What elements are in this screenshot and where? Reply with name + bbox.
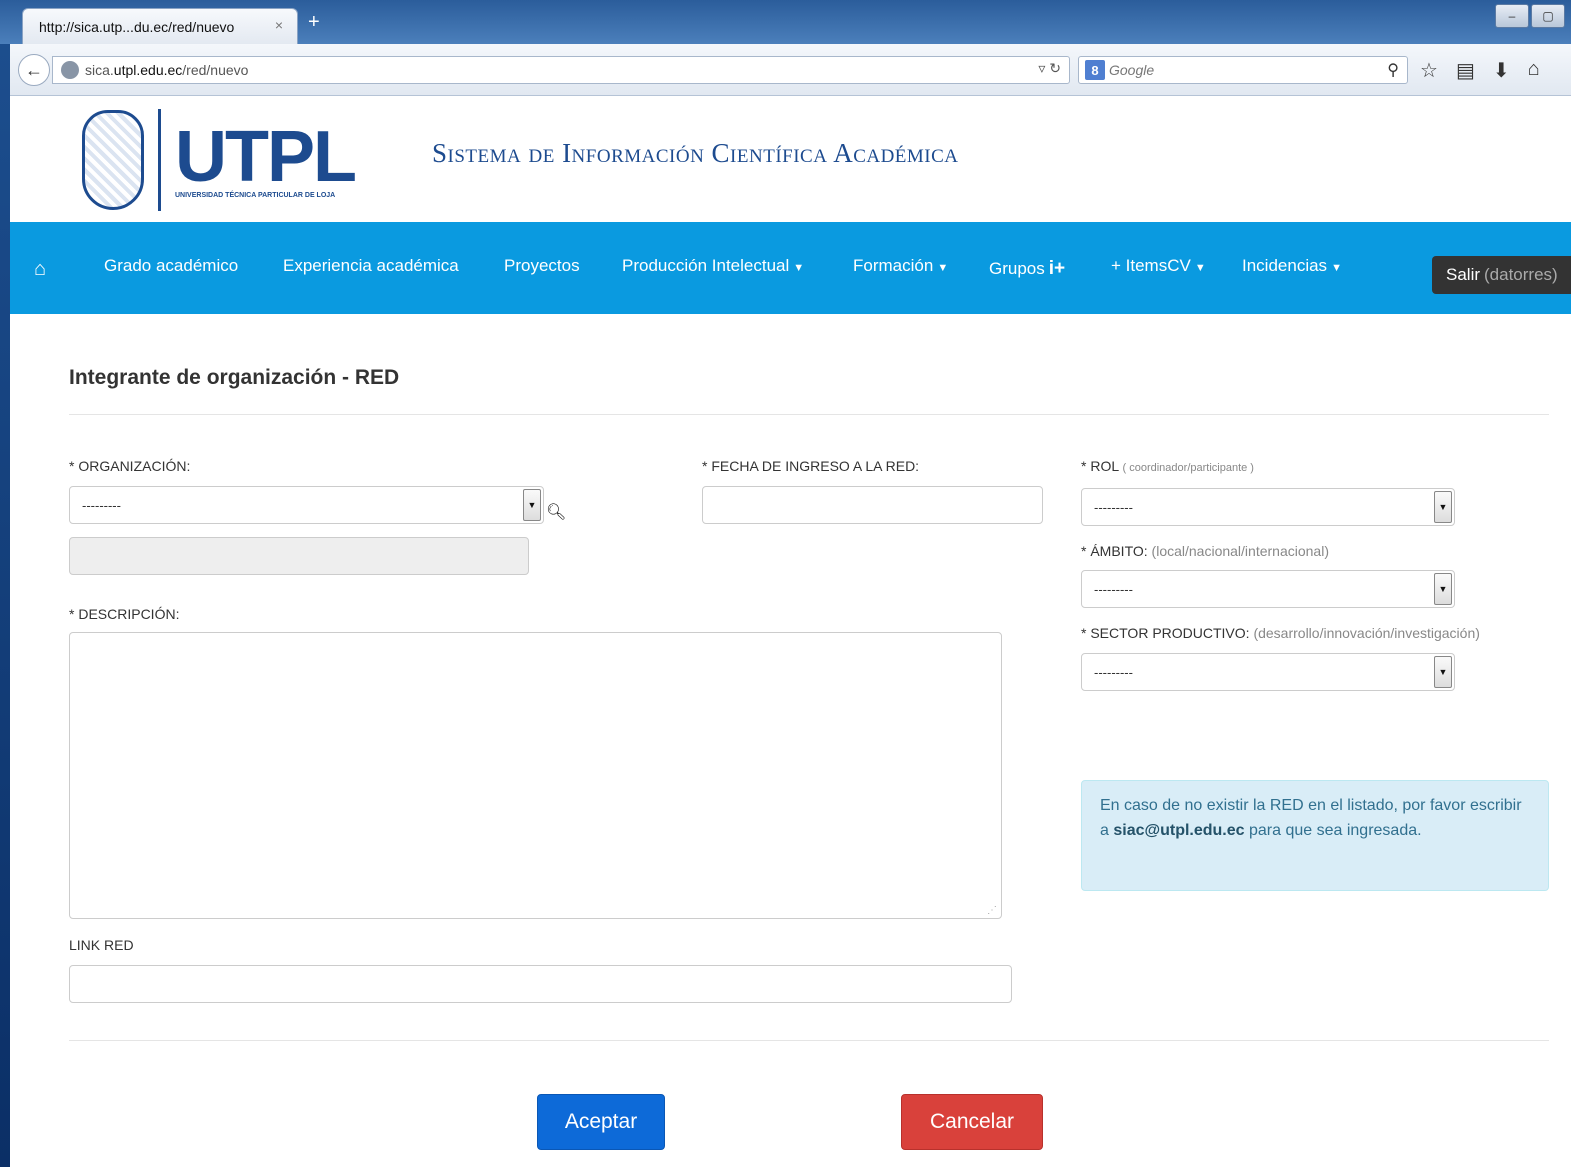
fecha-label: * FECHA DE INGRESO A LA RED:: [702, 458, 920, 474]
crest-icon: [82, 110, 144, 210]
nav-itemscv-label: + ItemsCV: [1111, 256, 1191, 275]
descripcion-label: * DESCRIPCIÓN:: [69, 606, 180, 622]
logout-button[interactable]: Salir (datorres): [1432, 256, 1571, 294]
url-path: /red/nuevo: [182, 62, 249, 78]
nav-proyectos[interactable]: Proyectos: [504, 256, 580, 276]
divider: [69, 414, 1549, 415]
link-red-input[interactable]: [69, 965, 1012, 1003]
window-controls: – ▢: [1495, 4, 1571, 30]
cancel-button[interactable]: Cancelar: [901, 1094, 1043, 1150]
site-title: Sistema de Información Científica Académ…: [432, 138, 959, 168]
nav-grupos[interactable]: Grupos i+: [989, 258, 1065, 280]
clipboard-icon[interactable]: ▤: [1456, 58, 1475, 83]
sector-select[interactable]: --------- ▼: [1081, 653, 1455, 691]
nav-experiencia-academica[interactable]: Experiencia académica: [283, 256, 459, 276]
organizacion-label: * ORGANIZACIÓN:: [69, 458, 191, 474]
back-arrow-icon[interactable]: ←: [18, 54, 50, 86]
nav-grupos-label: Grupos: [989, 259, 1045, 278]
search-bar[interactable]: 8 Google ⚲: [1078, 56, 1408, 84]
home-icon[interactable]: ⌂: [1528, 58, 1540, 83]
organizacion-value: ---------: [82, 497, 121, 513]
new-tab-button[interactable]: +: [308, 12, 320, 32]
toolbar-icons: ☆ ▤ ⬇ ⌂: [1420, 58, 1540, 83]
search-icon[interactable]: ⚲: [1387, 60, 1399, 80]
grupos-info-icon: i+: [1048, 258, 1066, 279]
logout-username: (datorres): [1484, 265, 1558, 284]
utpl-logo[interactable]: UTPL UNIVERSIDAD TÉCNICA PARTICULAR DE L…: [82, 106, 357, 214]
dropdown-arrow-icon[interactable]: ▼: [523, 489, 541, 521]
address-bar[interactable]: sica. utpl.edu.ec/red/nuevo ▿ ↻: [52, 56, 1070, 84]
divider: [69, 1040, 1549, 1041]
nav-itemscv[interactable]: + ItemsCV ▼: [1111, 256, 1206, 276]
chevron-down-icon: ▼: [1331, 262, 1342, 274]
page-title: Integrante de organización - RED: [69, 366, 400, 389]
browser-tabstrip: http://sica.utp...du.ec/red/nuevo × + – …: [0, 0, 1571, 44]
download-icon[interactable]: ⬇: [1493, 58, 1510, 83]
info-alert: En caso de no existir la RED en el lista…: [1081, 780, 1549, 891]
star-icon[interactable]: ☆: [1420, 58, 1438, 83]
accept-button[interactable]: Aceptar: [537, 1094, 665, 1150]
alert-email[interactable]: siac@utpl.edu.ec: [1113, 822, 1244, 839]
ambito-label-text: * ÁMBITO:: [1081, 543, 1148, 559]
sector-hint: (desarrollo/innovación/investigación): [1253, 625, 1480, 641]
logout-label: Salir: [1446, 265, 1481, 284]
nav-produccion-intelectual[interactable]: Producción Intelectual ▼: [622, 256, 804, 276]
tab-title: http://sica.utp...du.ec/red/nuevo: [39, 18, 235, 35]
minimize-button[interactable]: –: [1495, 4, 1529, 28]
home-icon[interactable]: ⌂: [34, 258, 46, 281]
restore-button[interactable]: ▢: [1531, 4, 1565, 28]
organizacion-readonly-field: [69, 537, 529, 575]
nav-formacion[interactable]: Formación ▼: [853, 256, 948, 276]
rol-select[interactable]: --------- ▼: [1081, 488, 1455, 526]
nav-formacion-label: Formación: [853, 256, 934, 275]
search-engine-icon[interactable]: 8: [1085, 60, 1105, 80]
sector-label: * SECTOR PRODUCTIVO: (desarrollo/innovac…: [1081, 625, 1480, 641]
fecha-ingreso-input[interactable]: [702, 486, 1043, 524]
nav-incidencias-label: Incidencias: [1242, 256, 1328, 275]
brand-subtitle: UNIVERSIDAD TÉCNICA PARTICULAR DE LOJA: [175, 191, 336, 199]
dropdown-arrow-icon[interactable]: ▼: [1434, 491, 1452, 523]
resize-grip-icon[interactable]: ⋰: [987, 905, 997, 916]
descripcion-textarea[interactable]: ⋰: [69, 632, 1002, 919]
dropdown-arrow-icon[interactable]: ▼: [1434, 573, 1452, 605]
ambito-select[interactable]: --------- ▼: [1081, 570, 1455, 608]
alert-text-after: para que sea ingresada.: [1244, 822, 1422, 839]
logo-separator: [158, 109, 161, 211]
ambito-value: ---------: [1094, 581, 1133, 597]
nav-produccion-label: Producción Intelectual: [622, 256, 790, 275]
sector-label-text: * SECTOR PRODUCTIVO:: [1081, 625, 1250, 641]
rol-hint: ( coordinador/participante ): [1122, 462, 1254, 474]
browser-toolbar: ← sica. utpl.edu.ec/red/nuevo ▿ ↻ 8 Googl…: [10, 44, 1571, 96]
main-navigation: ⌂ Grado académico Experiencia académica …: [10, 222, 1571, 314]
ambito-label: * ÁMBITO: (local/nacional/internacional): [1081, 543, 1329, 559]
desktop-edge: [0, 0, 10, 1167]
web-page: UTPL UNIVERSIDAD TÉCNICA PARTICULAR DE L…: [10, 96, 1571, 1167]
rol-label: * ROL ( coordinador/participante ): [1081, 458, 1254, 474]
nav-grado-academico[interactable]: Grado académico: [104, 256, 238, 276]
dropdown-arrow-icon[interactable]: ▼: [1434, 656, 1452, 688]
browser-tab[interactable]: http://sica.utp...du.ec/red/nuevo ×: [22, 8, 298, 44]
reload-icon[interactable]: ▿ ↻: [1038, 60, 1061, 77]
brand-name: UTPL: [175, 116, 357, 197]
url-prefix: sica.: [85, 62, 114, 78]
organizacion-select[interactable]: --------- ▼: [69, 486, 544, 524]
sector-value: ---------: [1094, 664, 1133, 680]
rol-value: ---------: [1094, 499, 1133, 515]
search-icon[interactable]: 🔍︎: [546, 502, 566, 522]
chevron-down-icon: ▼: [937, 262, 949, 274]
chevron-down-icon: ▼: [793, 262, 805, 274]
chevron-down-icon: ▼: [1194, 262, 1206, 274]
globe-icon: [61, 61, 79, 79]
link-red-label: LINK RED: [69, 937, 134, 953]
ambito-hint: (local/nacional/internacional): [1151, 543, 1329, 559]
nav-incidencias[interactable]: Incidencias ▼: [1242, 256, 1342, 276]
search-placeholder: Google: [1109, 62, 1155, 78]
url-domain: utpl.edu.ec: [113, 62, 183, 78]
tab-close-icon[interactable]: ×: [275, 17, 283, 33]
rol-label-text: * ROL: [1081, 458, 1119, 474]
